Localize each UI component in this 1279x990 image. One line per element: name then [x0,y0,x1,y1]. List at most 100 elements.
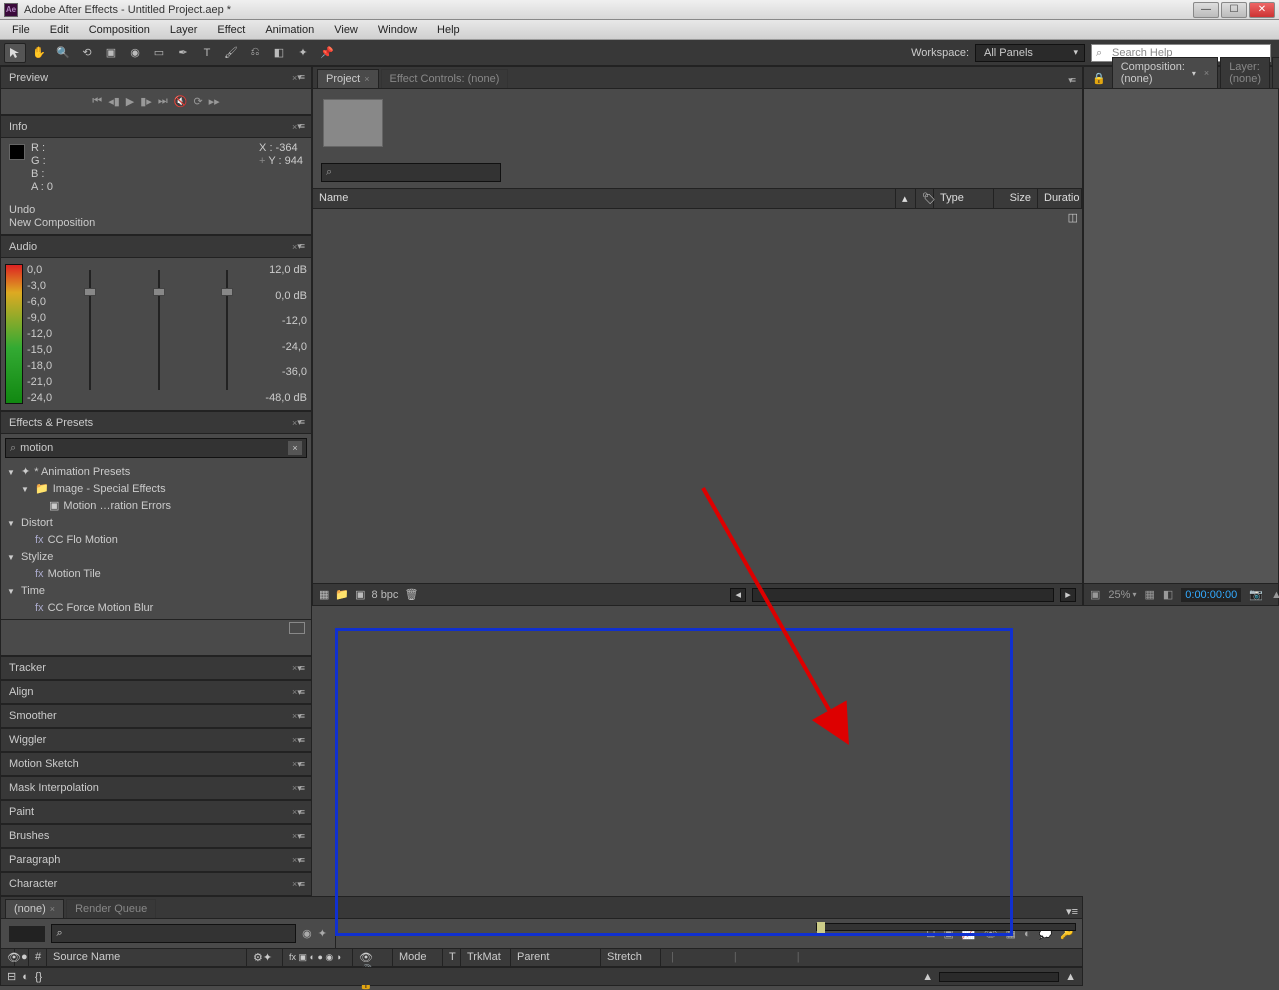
col-t[interactable]: T [443,949,461,966]
panel-menu-icon[interactable]: ▾≡ [297,121,303,132]
effects-tree-item[interactable]: ▼📁Image - Special Effects [1,481,311,498]
next-frame-button[interactable]: ▮▸ [140,95,152,108]
maximize-button[interactable]: ☐ [1221,2,1247,18]
puppet-tool[interactable]: 📌 [316,43,338,63]
effects-search-input[interactable] [20,442,284,454]
menu-effect[interactable]: Effect [207,21,255,39]
col-time-area[interactable]: ||| [661,949,1082,966]
rotate-tool[interactable]: ⟲ [76,43,98,63]
panel-menu-icon[interactable]: ▾≡ [297,879,303,890]
tl-icon-1[interactable]: ◉ [302,927,312,940]
tab-timeline-none[interactable]: (none)× [5,899,64,918]
col-size[interactable]: Size [994,189,1038,208]
panel-menu-icon[interactable]: ▾≡ [297,72,303,83]
col-mode[interactable]: Mode [393,949,443,966]
tab-project[interactable]: Project× [317,69,379,88]
panel-menu-icon[interactable]: ▾≡ [297,417,303,428]
current-time[interactable]: 0:00:00:00 [1181,588,1241,602]
scroll-left-button[interactable]: ◂ [730,588,746,602]
menu-help[interactable]: Help [427,21,470,39]
effects-tree-item[interactable]: ▼Distort [1,515,311,532]
menu-animation[interactable]: Animation [255,21,324,39]
timeline-timecode[interactable] [9,926,45,942]
mute-button[interactable]: 🔇 [174,95,188,108]
project-search[interactable]: ⌕ [321,163,501,182]
tab-render-queue[interactable]: Render Queue [66,899,156,918]
effects-tree-item[interactable]: ▼✦* Animation Presets [1,464,311,481]
toggle-in-out-icon[interactable]: {} [35,971,42,983]
new-comp-icon[interactable]: ▣ [355,588,365,601]
roto-tool[interactable]: ✦ [292,43,314,63]
effects-tree-item[interactable]: ▼Time [1,583,311,600]
panel-menu-icon[interactable]: ▾≡ [1064,73,1078,88]
menu-window[interactable]: Window [368,21,427,39]
collapsed-panel-align[interactable]: Align×▾≡ [0,680,312,704]
zoom-out-icon[interactable]: ▲ [922,971,933,983]
workspace-dropdown[interactable]: All Panels [975,44,1085,62]
col-label[interactable]: 🏷 [916,189,934,208]
audio-slider-left[interactable] [89,270,91,390]
menu-edit[interactable]: Edit [40,21,79,39]
h-scrollbar[interactable] [752,588,1054,602]
audio-slider-center[interactable] [158,270,160,390]
col-sort[interactable]: ▴ [896,189,916,208]
col-label[interactable]: ● [15,949,29,966]
col-trkmat[interactable]: TrkMat [461,949,511,966]
panel-menu-icon[interactable]: ▾≡ [297,687,303,698]
menu-layer[interactable]: Layer [160,21,208,39]
clone-tool[interactable]: ⎌ [244,43,266,63]
pan-behind-tool[interactable]: ◉ [124,43,146,63]
col-parent[interactable]: Parent [511,949,601,966]
shape-tool[interactable]: ▭ [148,43,170,63]
scroll-right-button[interactable]: ▸ [1060,588,1076,602]
panel-menu-icon[interactable]: ▾≡ [297,241,303,252]
panel-menu-icon[interactable]: ▾≡ [297,759,303,770]
channel-icon[interactable]: ▲ [1271,589,1279,601]
panel-menu-icon[interactable]: ▾≡ [297,855,303,866]
menu-file[interactable]: File [2,21,40,39]
camera-tool[interactable]: ▣ [100,43,122,63]
ram-preview-button[interactable]: ▸▸ [209,95,220,108]
composition-viewer[interactable] [1084,89,1278,583]
interpret-footage-icon[interactable]: ▦ [319,588,329,601]
collapsed-panel-motion-sketch[interactable]: Motion Sketch×▾≡ [0,752,312,776]
tab-composition[interactable]: Composition: (none)× [1112,57,1218,88]
zoom-slider[interactable] [939,972,1059,982]
hand-tool[interactable]: ✋ [28,43,50,63]
menu-composition[interactable]: Composition [79,21,160,39]
clear-search-button[interactable]: × [288,441,302,455]
snapshot-icon[interactable]: 📷 [1249,588,1263,601]
collapsed-panel-paint[interactable]: Paint×▾≡ [0,800,312,824]
mask-icon[interactable]: ◧ [1163,588,1173,601]
collapsed-panel-paragraph[interactable]: Paragraph×▾≡ [0,848,312,872]
last-frame-button[interactable]: ⏭ [158,95,168,108]
first-frame-button[interactable]: ⏮ [92,95,102,108]
collapsed-panel-tracker[interactable]: Tracker×▾≡ [0,656,312,680]
pen-tool[interactable]: ✒ [172,43,194,63]
play-button[interactable]: ▶ [126,95,134,108]
panel-menu-icon[interactable]: ▾≡ [297,711,303,722]
col-stretch[interactable]: Stretch [601,949,661,966]
col-name[interactable]: Name [313,189,896,208]
zoom-in-icon[interactable]: ▲ [1065,971,1076,983]
text-tool[interactable]: T [196,43,218,63]
lock-icon[interactable]: 🔒 [1088,69,1110,88]
col-num[interactable]: # [29,949,47,966]
col-fx[interactable]: fx ▣ ◐ ● ◉ ◑ [283,949,353,966]
close-icon[interactable]: × [50,904,55,914]
timeline-search[interactable]: ⌕ [51,924,296,943]
audio-slider-right[interactable] [226,270,228,390]
prev-frame-button[interactable]: ◂▮ [108,95,120,108]
close-button[interactable]: ✕ [1249,2,1275,18]
effects-tree-item[interactable]: fxCC Force Motion Blur [1,600,311,617]
col-duration[interactable]: Duratio [1038,189,1082,208]
new-bin-icon[interactable] [289,622,305,634]
tab-footage[interactable]: Footage: (none) [1272,57,1279,88]
effects-search[interactable]: ⌕ × [5,438,307,458]
loop-button[interactable]: ⟳ [193,95,202,108]
toggle-switches-icon[interactable]: ⊟ [7,970,16,983]
close-icon[interactable]: × [364,74,369,84]
close-icon[interactable]: × [1204,68,1209,78]
eraser-tool[interactable]: ◧ [268,43,290,63]
collapsed-panel-brushes[interactable]: Brushes×▾≡ [0,824,312,848]
